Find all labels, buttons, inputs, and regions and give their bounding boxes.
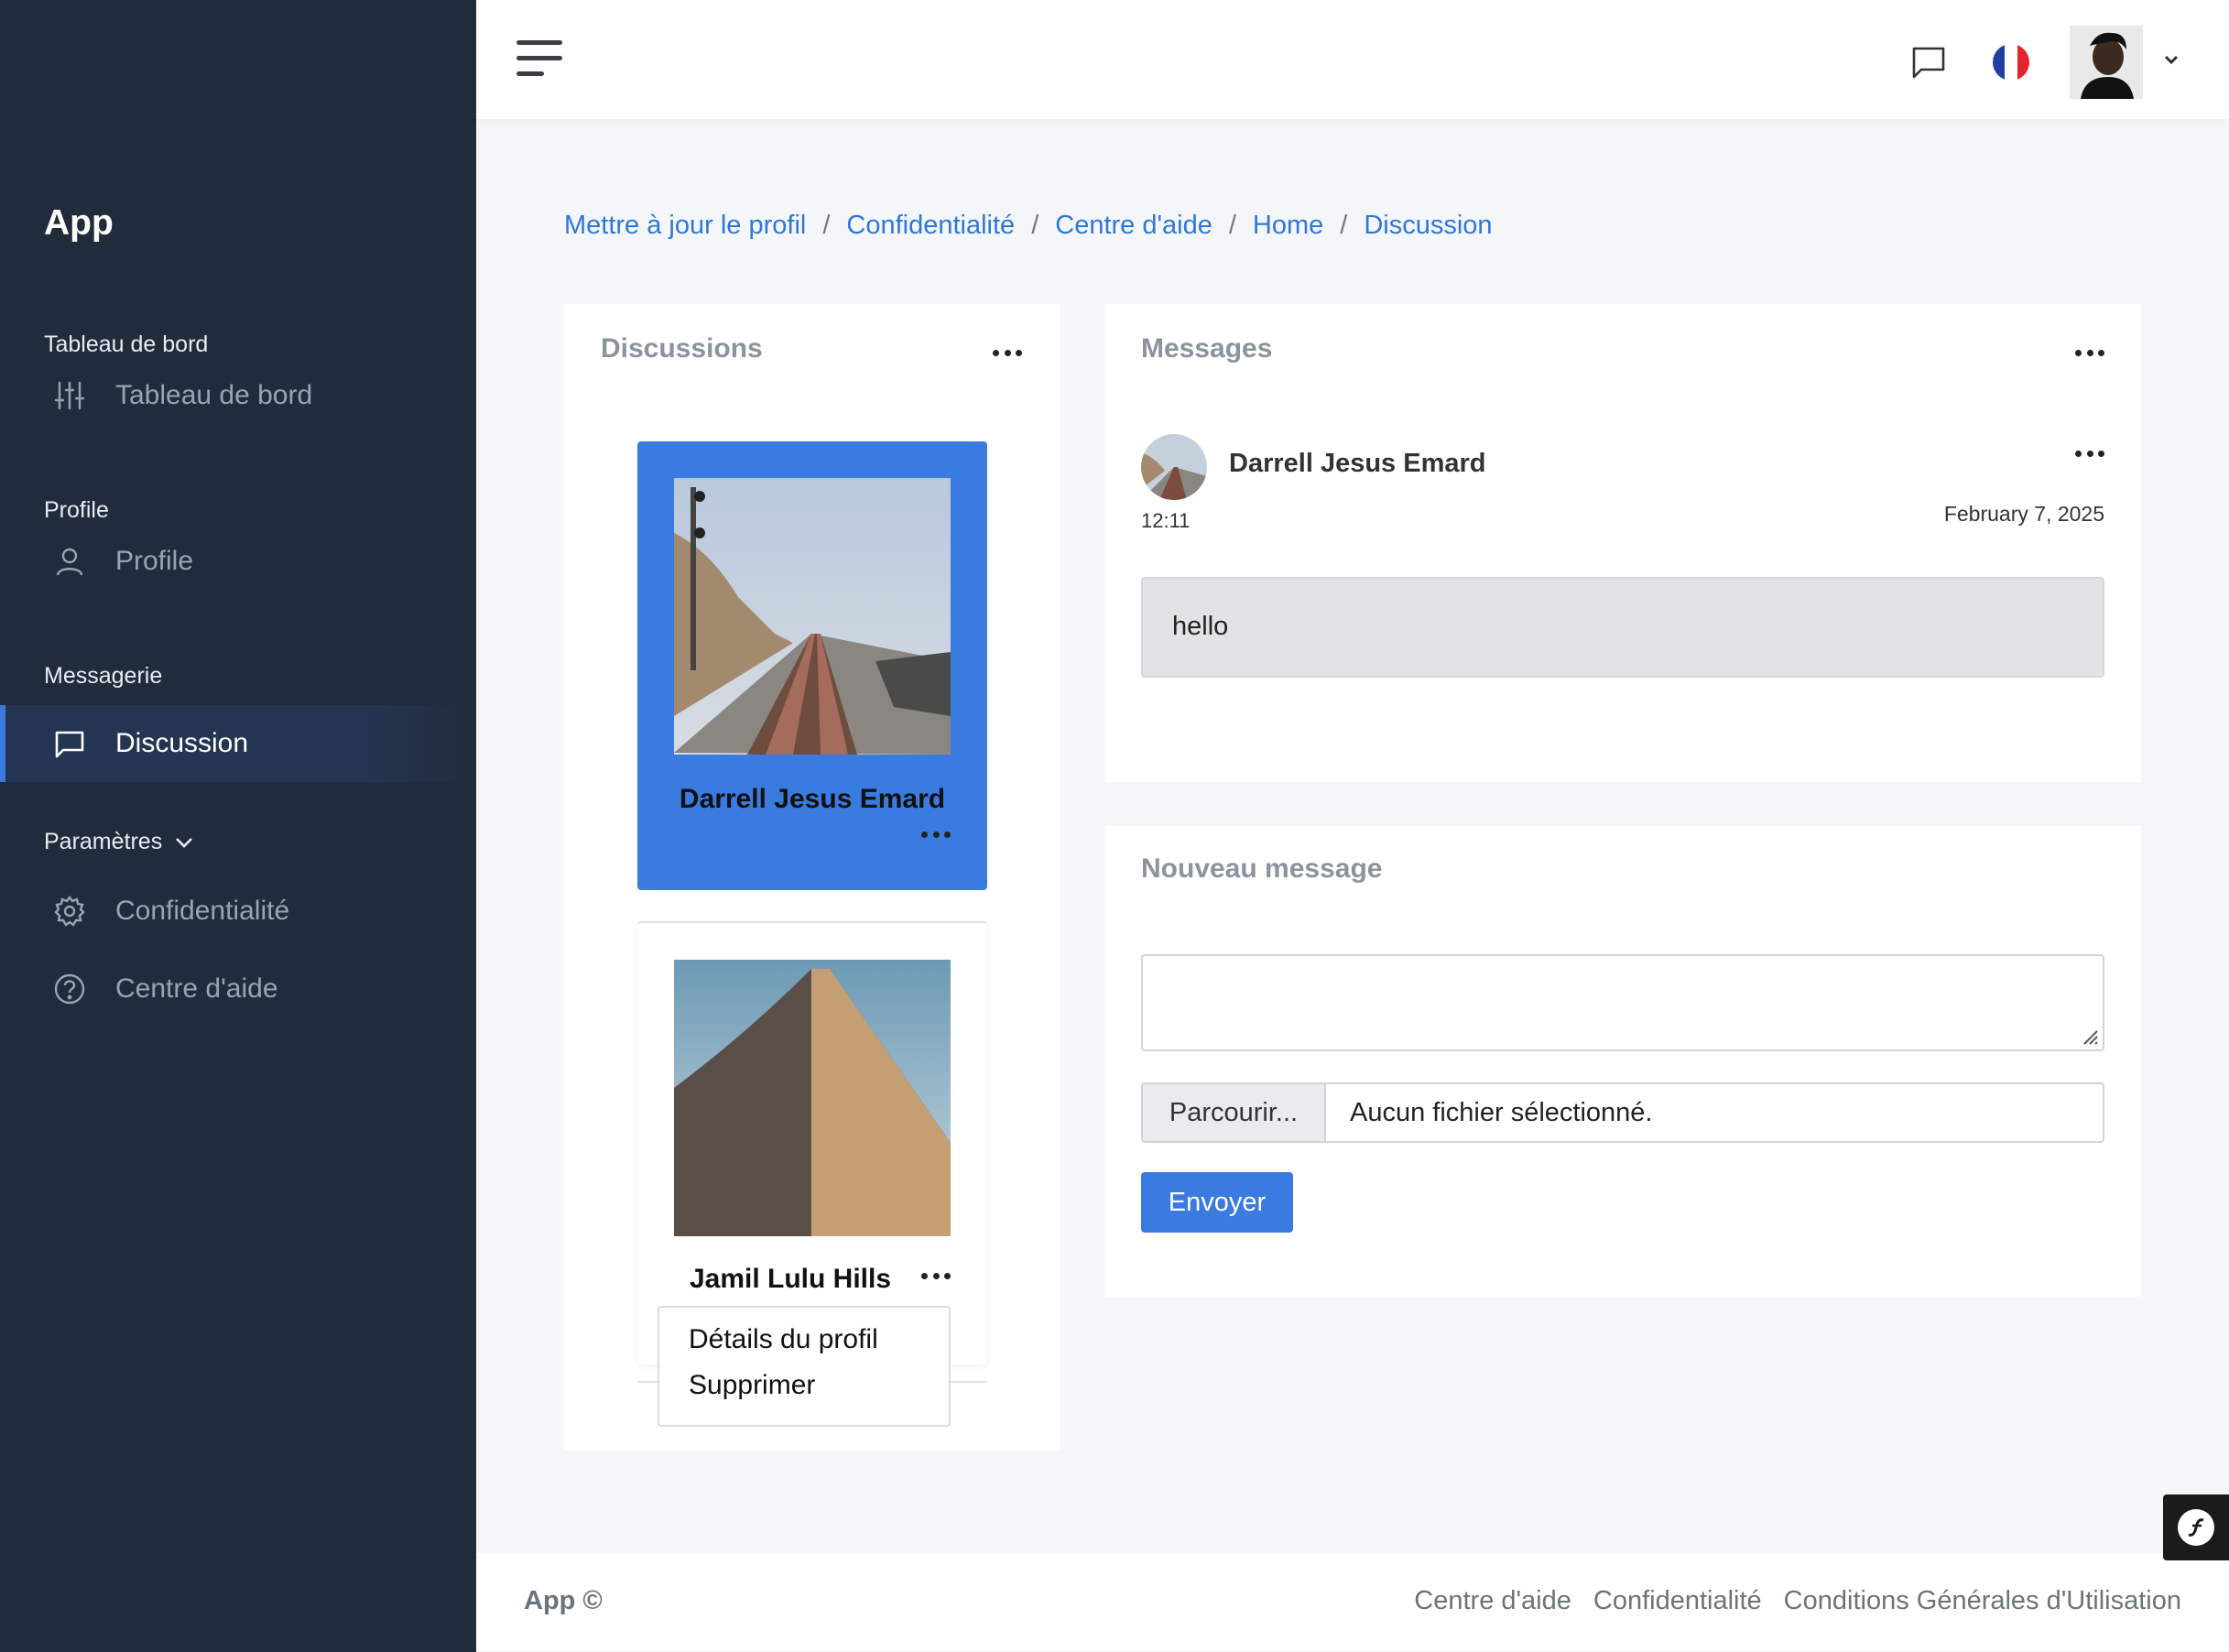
contact-name: Jamil Lulu Hills bbox=[689, 1264, 892, 1294]
contact-card[interactable]: Jamil Lulu Hills bbox=[637, 921, 987, 1364]
section-title-settings[interactable]: Paramètres bbox=[44, 829, 195, 855]
breadcrumb: Mettre à jour le profil / Confidentialit… bbox=[564, 211, 1493, 241]
user-icon bbox=[53, 545, 86, 578]
breadcrumb-item-home[interactable]: Home bbox=[1253, 211, 1323, 241]
breadcrumb-separator: / bbox=[1340, 211, 1348, 240]
chevron-down-icon bbox=[176, 837, 193, 848]
sidebar-item-label: Discussion bbox=[115, 728, 249, 758]
browse-button[interactable]: Parcourir... bbox=[1143, 1084, 1326, 1141]
sidebar-item-label: Confidentialité bbox=[115, 896, 290, 926]
footer: App © Centre d'aide Confidentialité Cond… bbox=[476, 1553, 2229, 1650]
message-time: 12:11 bbox=[1141, 509, 1191, 532]
breadcrumb-separator: / bbox=[1031, 211, 1039, 240]
more-options-icon[interactable] bbox=[921, 831, 951, 841]
symfony-toolbar-icon[interactable] bbox=[2163, 1494, 2229, 1560]
message-bubble: hello bbox=[1141, 577, 2104, 678]
breadcrumb-item-help[interactable]: Centre d'aide bbox=[1055, 211, 1212, 241]
breadcrumb-separator: / bbox=[1228, 211, 1236, 240]
section-title-profile: Profile bbox=[44, 497, 109, 523]
footer-link-terms[interactable]: Conditions Générales d'Utilisation bbox=[1784, 1586, 2181, 1616]
help-circle-icon bbox=[53, 973, 86, 1005]
messages-card: Messages Darrell Jesus Emard 12:11 Febru… bbox=[1104, 304, 2141, 782]
settings-label: Paramètres bbox=[44, 829, 163, 854]
avatar bbox=[1141, 434, 1207, 500]
chat-icon bbox=[53, 727, 86, 760]
resize-handle-icon[interactable] bbox=[2079, 1026, 2099, 1046]
contact-name: Darrell Jesus Emard bbox=[679, 784, 946, 814]
send-button[interactable]: Envoyer bbox=[1141, 1172, 1293, 1233]
card-title: Messages bbox=[1141, 333, 1273, 364]
sidebar-item-privacy[interactable]: Confidentialité bbox=[0, 873, 476, 950]
chevron-down-icon[interactable] bbox=[2161, 49, 2181, 70]
message-textarea[interactable] bbox=[1141, 954, 2104, 1051]
breadcrumb-item-update-profile[interactable]: Mettre à jour le profil bbox=[564, 211, 806, 241]
discussions-card: Discussions Darrell Jesus Emard Jamil Lu… bbox=[564, 304, 1060, 1451]
gear-icon bbox=[53, 895, 86, 928]
breadcrumb-item-discussion[interactable]: Discussion bbox=[1364, 211, 1492, 241]
sidebar-item-profile[interactable]: Profile bbox=[0, 523, 476, 600]
sidebar-item-label: Profile bbox=[115, 546, 194, 576]
breadcrumb-item-privacy[interactable]: Confidentialité bbox=[846, 211, 1015, 241]
menu-item-profile-details[interactable]: Détails du profil bbox=[689, 1324, 949, 1370]
app-brand[interactable]: App bbox=[44, 203, 114, 244]
user-avatar[interactable] bbox=[2070, 26, 2143, 99]
footer-link-privacy[interactable]: Confidentialité bbox=[1593, 1586, 1762, 1616]
footer-brand: App © bbox=[524, 1586, 603, 1615]
sliders-icon bbox=[53, 379, 86, 412]
menu-item-delete[interactable]: Supprimer bbox=[689, 1370, 949, 1416]
file-input[interactable]: Parcourir... Aucun fichier sélectionné. bbox=[1141, 1082, 2104, 1143]
footer-links: Centre d'aide Confidentialité Conditions… bbox=[1414, 1586, 2181, 1616]
more-options-icon[interactable] bbox=[921, 1273, 951, 1282]
chat-icon[interactable] bbox=[1910, 44, 1947, 81]
section-title-messaging: Messagerie bbox=[44, 663, 163, 689]
more-options-icon[interactable] bbox=[2075, 350, 2104, 359]
sidebar-item-label: Tableau de bord bbox=[115, 380, 313, 410]
sidebar-item-label: Centre d'aide bbox=[115, 973, 278, 1004]
contact-photo bbox=[674, 960, 951, 1236]
section-title-dashboard: Tableau de bord bbox=[44, 331, 209, 357]
more-options-icon[interactable] bbox=[993, 350, 1022, 359]
card-title: Nouveau message bbox=[1141, 853, 1383, 884]
breadcrumb-separator: / bbox=[822, 211, 831, 240]
contact-photo bbox=[674, 478, 951, 755]
sidebar-item-help[interactable]: Centre d'aide bbox=[0, 951, 476, 1027]
new-message-card: Nouveau message Parcourir... Aucun fichi… bbox=[1104, 826, 2141, 1297]
sidebar-item-discussion[interactable]: Discussion bbox=[0, 705, 476, 782]
fr-flag-icon[interactable] bbox=[1993, 44, 2029, 81]
sidebar: App Tableau de bord Tableau de bord Prof… bbox=[0, 0, 476, 1652]
card-title: Discussions bbox=[601, 333, 763, 364]
sidebar-item-dashboard[interactable]: Tableau de bord bbox=[0, 357, 476, 434]
hamburger-icon[interactable] bbox=[516, 40, 562, 77]
file-name-label: Aucun fichier sélectionné. bbox=[1350, 1097, 1653, 1127]
footer-link-help[interactable]: Centre d'aide bbox=[1414, 1586, 1571, 1616]
contact-options-menu: Détails du profil Supprimer bbox=[658, 1306, 951, 1427]
topbar bbox=[476, 0, 2229, 119]
message-date: February 7, 2025 bbox=[1943, 502, 2104, 526]
message-author: Darrell Jesus Emard bbox=[1229, 449, 1486, 478]
contact-card-selected[interactable]: Darrell Jesus Emard bbox=[637, 441, 987, 890]
more-options-icon[interactable] bbox=[2075, 451, 2104, 460]
